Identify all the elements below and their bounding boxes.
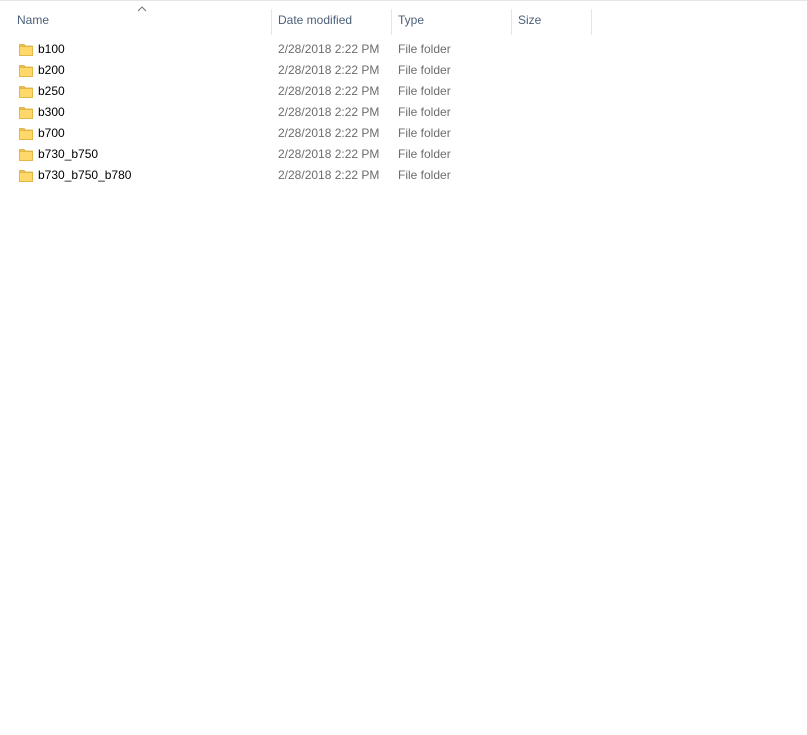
- file-row[interactable]: b300 2/28/2018 2:22 PM File folder: [0, 102, 600, 123]
- file-date-modified: 2/28/2018 2:22 PM: [278, 42, 380, 56]
- file-type: File folder: [398, 105, 451, 119]
- file-date-modified: 2/28/2018 2:22 PM: [278, 168, 380, 182]
- file-date-modified: 2/28/2018 2:22 PM: [278, 105, 380, 119]
- column-header-date-modified[interactable]: Date modified: [272, 1, 391, 35]
- file-date-modified: 2/28/2018 2:22 PM: [278, 63, 380, 77]
- file-type: File folder: [398, 84, 451, 98]
- folder-icon: [19, 107, 33, 119]
- file-date-modified: 2/28/2018 2:22 PM: [278, 147, 380, 161]
- file-name: b100: [38, 42, 65, 56]
- file-type: File folder: [398, 42, 451, 56]
- folder-icon: [19, 86, 33, 98]
- file-row[interactable]: b100 2/28/2018 2:22 PM File folder: [0, 39, 600, 60]
- file-name: b250: [38, 84, 65, 98]
- file-date-modified: 2/28/2018 2:22 PM: [278, 84, 380, 98]
- file-row[interactable]: b200 2/28/2018 2:22 PM File folder: [0, 60, 600, 81]
- column-divider[interactable]: [591, 9, 592, 35]
- file-row[interactable]: b250 2/28/2018 2:22 PM File folder: [0, 81, 600, 102]
- file-type: File folder: [398, 126, 451, 140]
- file-name: b200: [38, 63, 65, 77]
- folder-icon: [19, 65, 33, 77]
- file-name: b730_b750_b780: [38, 168, 132, 182]
- file-name: b730_b750: [38, 147, 99, 161]
- file-list: b100 2/28/2018 2:22 PM File folder b200 …: [0, 39, 807, 186]
- file-row[interactable]: b700 2/28/2018 2:22 PM File folder: [0, 123, 600, 144]
- file-row[interactable]: b730_b750_b780 2/28/2018 2:22 PM File fo…: [0, 165, 600, 186]
- column-header-row: Name Date modified Type Size: [0, 1, 807, 35]
- file-row[interactable]: b730_b750 2/28/2018 2:22 PM File folder: [0, 144, 600, 165]
- file-type: File folder: [398, 168, 451, 182]
- column-header-name[interactable]: Name: [11, 1, 271, 35]
- file-type: File folder: [398, 63, 451, 77]
- file-type: File folder: [398, 147, 451, 161]
- column-header-type[interactable]: Type: [392, 1, 511, 35]
- file-date-modified: 2/28/2018 2:22 PM: [278, 126, 380, 140]
- folder-icon: [19, 170, 33, 182]
- folder-icon: [19, 128, 33, 140]
- folder-icon: [19, 149, 33, 161]
- folder-icon: [19, 44, 33, 56]
- file-name: b300: [38, 105, 65, 119]
- column-header-size[interactable]: Size: [512, 1, 591, 35]
- file-name: b700: [38, 126, 65, 140]
